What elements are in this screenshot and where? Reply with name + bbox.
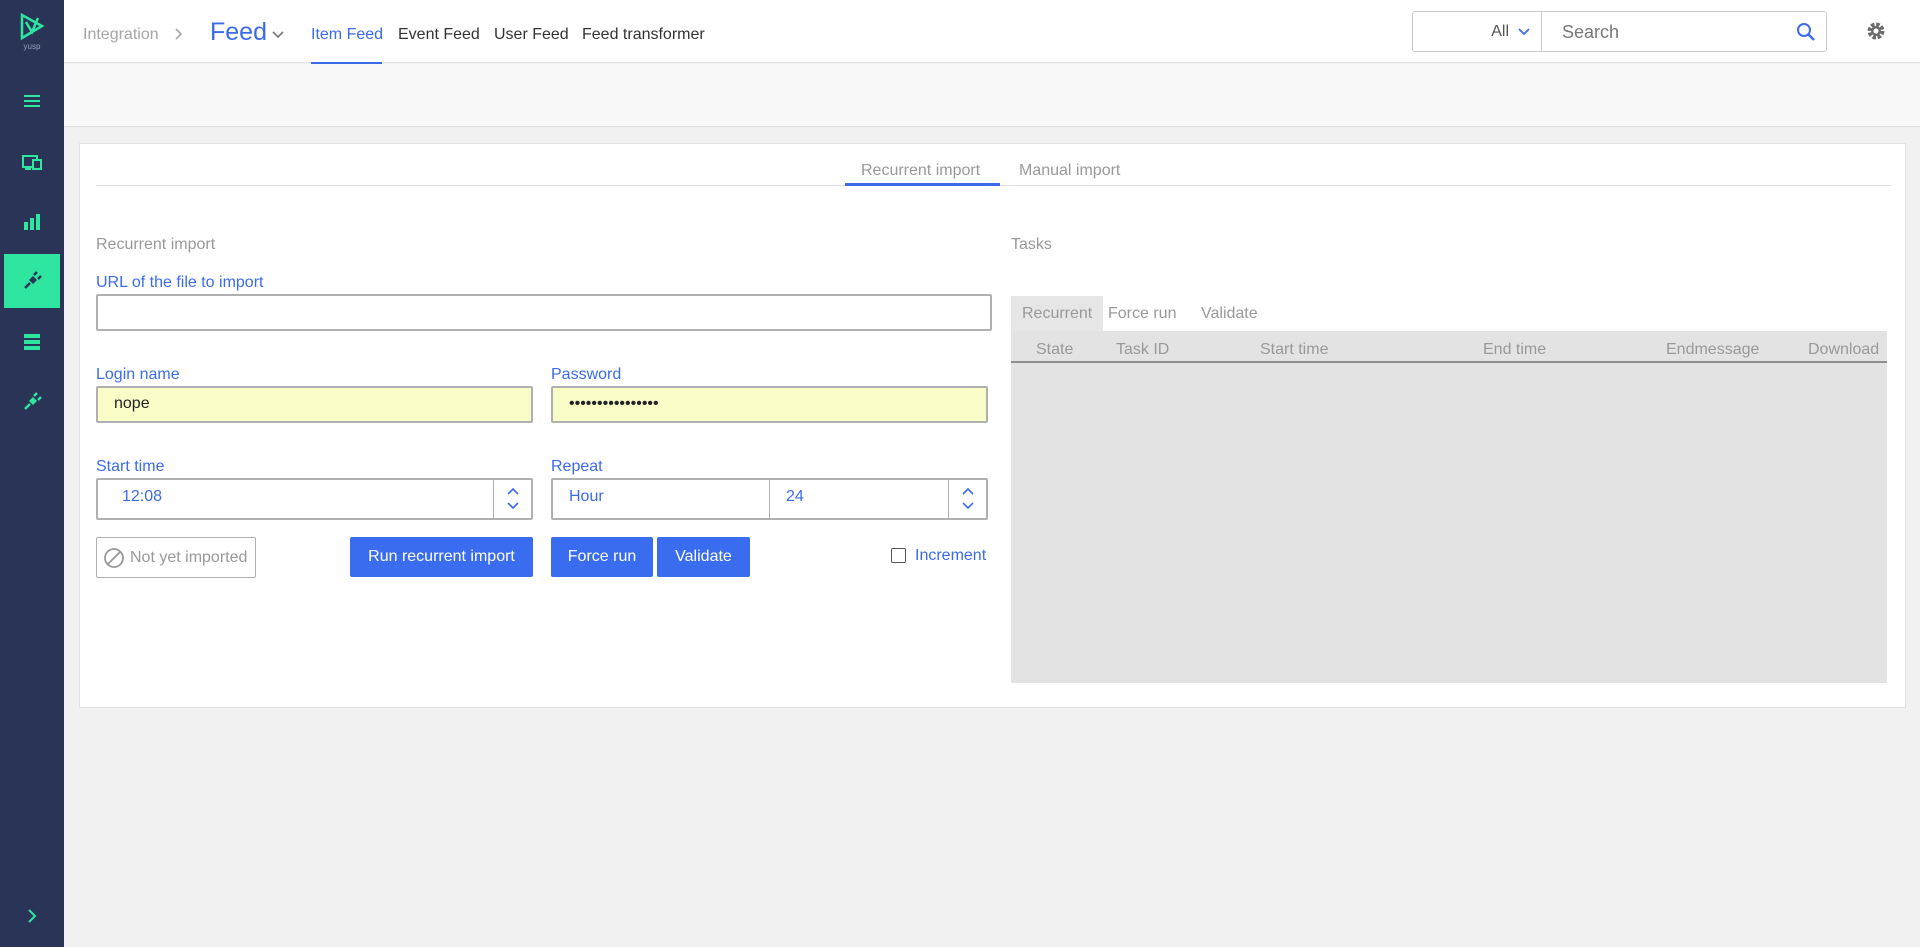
repeat-stepper[interactable] [948, 480, 986, 518]
yusp-logo[interactable]: yusp [16, 12, 48, 52]
sidebar-item-devices[interactable] [4, 135, 60, 189]
search-icon[interactable] [1796, 22, 1816, 42]
chevron-up-icon[interactable] [961, 486, 975, 496]
tasks-title: Tasks [1011, 236, 1052, 253]
nav-feed-transformer[interactable]: Feed transformer [582, 26, 705, 44]
import-status-badge: Not yet imported [96, 537, 256, 578]
tab-tasks-force-run[interactable]: Force run [1097, 296, 1187, 331]
logo-text: yusp [23, 42, 41, 51]
column-header-state[interactable]: State [1036, 341, 1073, 359]
tasks-table [1011, 331, 1887, 683]
import-panel: Recurrent import Manual import Recurrent… [79, 143, 1906, 708]
url-field [96, 294, 992, 331]
validate-button[interactable]: Validate [657, 537, 750, 577]
menu-button[interactable] [4, 74, 60, 128]
password-input[interactable] [569, 395, 916, 413]
start-time-label: Start time [96, 458, 165, 475]
plug-outline-icon [24, 392, 42, 410]
sidebar-item-integration[interactable] [4, 254, 60, 308]
repeat-unit-select[interactable]: Hour [569, 488, 604, 506]
search-box [1541, 11, 1827, 52]
column-header-task-id[interactable]: Task ID [1116, 341, 1169, 359]
top-bar: Integration Feed Item Feed Event Feed Us… [64, 0, 1920, 66]
server-icon [24, 334, 40, 350]
start-time-value[interactable]: 12:08 [122, 488, 162, 506]
sidebar: yusp [0, 0, 64, 947]
repeat-label: Repeat [551, 458, 603, 475]
chevron-up-icon[interactable] [506, 486, 520, 496]
sidebar-item-connectors[interactable] [4, 375, 60, 429]
active-tab-indicator [845, 183, 1000, 186]
column-header-start-time[interactable]: Start time [1260, 341, 1328, 359]
form-title: Recurrent import [96, 236, 216, 253]
url-input[interactable] [114, 303, 828, 321]
repeat-divider [769, 480, 770, 518]
run-recurrent-import-button[interactable]: Run recurrent import [350, 537, 533, 577]
tab-recurrent-import[interactable]: Recurrent import [861, 162, 980, 180]
column-header-download[interactable]: Download [1808, 341, 1879, 359]
not-allowed-icon [104, 548, 124, 568]
chevron-right-icon[interactable] [20, 904, 44, 928]
chevron-down-icon[interactable] [271, 27, 285, 41]
bar-chart-icon [24, 214, 40, 230]
start-time-stepper[interactable] [493, 480, 531, 518]
tab-manual-import[interactable]: Manual import [1019, 162, 1120, 180]
gear-icon[interactable] [1864, 19, 1888, 43]
nav-event-feed[interactable]: Event Feed [398, 26, 480, 44]
sidebar-item-analytics[interactable] [4, 195, 60, 249]
repeat-value[interactable]: 24 [786, 488, 804, 506]
scope-select[interactable]: All [1412, 11, 1542, 52]
plug-icon [24, 271, 42, 289]
chevron-down-icon[interactable] [961, 501, 975, 511]
scope-value: All [1491, 23, 1509, 40]
increment-label[interactable]: Increment [915, 547, 986, 565]
increment-checkbox[interactable] [891, 548, 906, 563]
import-status-text: Not yet imported [130, 549, 248, 566]
tab-tasks-validate[interactable]: Validate [1190, 296, 1269, 331]
chevron-down-icon[interactable] [506, 501, 520, 511]
login-field [96, 386, 533, 423]
url-label: URL of the file to import [96, 274, 264, 291]
app-title[interactable]: Feed [210, 18, 267, 47]
sub-toolbar [64, 64, 1920, 127]
nav-user-feed[interactable]: User Feed [494, 26, 569, 44]
repeat-field: Hour 24 [551, 478, 988, 520]
column-header-end-time[interactable]: End time [1483, 341, 1546, 359]
nav-item-feed[interactable]: Item Feed [311, 26, 383, 44]
breadcrumb-chevron-icon [175, 28, 183, 40]
start-time-field: 12:08 [96, 478, 533, 520]
force-run-button[interactable]: Force run [551, 537, 653, 577]
login-label: Login name [96, 366, 180, 383]
search-input[interactable] [1562, 21, 1782, 43]
password-label: Password [551, 366, 622, 383]
sidebar-item-server[interactable] [4, 315, 60, 369]
table-header-divider [1011, 361, 1887, 363]
menu-icon [24, 95, 40, 107]
tab-tasks-recurrent[interactable]: Recurrent [1011, 296, 1104, 331]
devices-icon [22, 155, 42, 170]
password-field [551, 386, 988, 423]
login-input[interactable] [114, 395, 461, 413]
column-header-endmessage[interactable]: Endmessage [1666, 341, 1759, 359]
breadcrumb[interactable]: Integration [83, 26, 159, 44]
chevron-down-icon [1518, 28, 1530, 36]
